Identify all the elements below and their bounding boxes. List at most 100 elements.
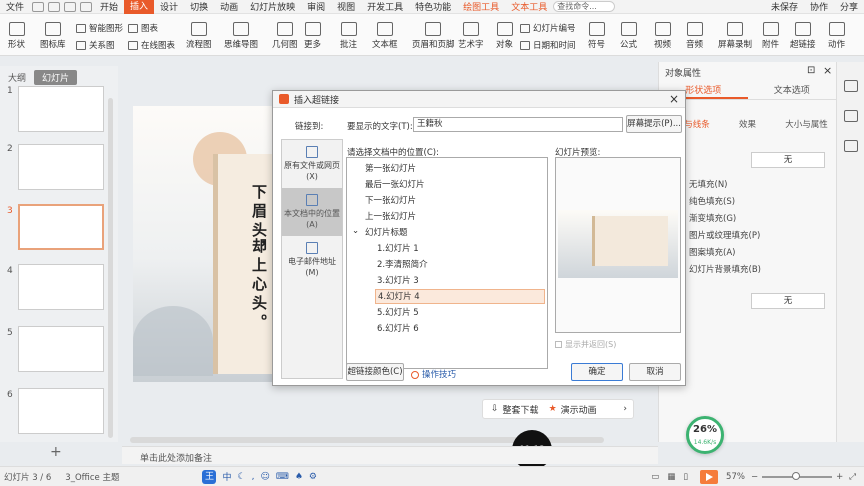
link-color-button[interactable]: 超链接颜色(C) <box>346 363 404 381</box>
chart-button[interactable]: 图表 <box>128 22 158 34</box>
close-icon[interactable]: × <box>823 64 832 77</box>
menu-view[interactable]: 视图 <box>331 0 361 13</box>
symbol-button[interactable]: 符号 <box>588 22 605 50</box>
attachment-button[interactable]: 附件 <box>762 22 779 50</box>
fill-option-picture[interactable]: 图片或纹理填充(P) <box>679 229 760 241</box>
fit-window-icon[interactable]: ⤢ <box>849 472 856 482</box>
tree-slide-item[interactable]: 5.幻灯片 5 <box>377 306 419 318</box>
download-button[interactable]: 整套下载 <box>503 403 539 416</box>
smart-art-button[interactable]: 智能图形 <box>76 22 123 34</box>
moon-icon[interactable]: ☾ <box>237 472 245 482</box>
more-icon[interactable] <box>843 140 858 152</box>
zoom-knob[interactable] <box>792 471 801 480</box>
fill-option-gradient[interactable]: 渐变填充(G) <box>679 212 736 224</box>
relation-button[interactable]: 关系图 <box>76 39 115 51</box>
fill-option-solid[interactable]: 纯色填充(S) <box>679 195 735 207</box>
emoji-icon[interactable]: ☺ <box>260 472 269 482</box>
effect-tab[interactable]: 效果 <box>718 118 777 130</box>
tree-slide-item[interactable]: 3.幻灯片 3 <box>377 274 419 286</box>
menu-insert[interactable]: 插入 <box>124 0 155 14</box>
line-select[interactable]: 无 <box>751 293 825 309</box>
zoom-slider[interactable] <box>762 471 833 480</box>
tree-collapse-icon[interactable]: ⌄ <box>352 226 359 236</box>
ime-logo[interactable]: 王 <box>202 469 217 484</box>
menu-drawing-tools[interactable]: 绘图工具 <box>457 0 505 13</box>
print-icon[interactable] <box>48 1 61 12</box>
slide-thumbnail-6[interactable] <box>18 388 104 434</box>
cancel-button[interactable]: 取消 <box>629 363 681 381</box>
gear-icon[interactable]: ⚙ <box>309 472 317 482</box>
object-button[interactable]: 对象 <box>496 22 513 50</box>
menu-home[interactable]: 开始 <box>94 0 124 13</box>
menu-review[interactable]: 审阅 <box>301 0 331 13</box>
ime-mode[interactable]: 中 <box>222 470 231 483</box>
slide-thumbnail-1[interactable] <box>18 86 104 132</box>
flowchart-button[interactable]: 流程图 <box>186 22 212 50</box>
keyboard-icon[interactable]: ⌨ <box>276 472 289 482</box>
hyperlink-button[interactable]: 超链接 <box>790 22 816 50</box>
menu-developer[interactable]: 开发工具 <box>361 0 409 13</box>
pointer-icon[interactable] <box>843 110 858 122</box>
fill-option-pattern[interactable]: 图案填充(A) <box>679 246 735 258</box>
menu-transition[interactable]: 切换 <box>184 0 214 13</box>
share-button[interactable]: 分享 <box>834 0 864 13</box>
skin-icon[interactable]: ♠ <box>295 472 303 482</box>
demo-button[interactable]: 演示动画 <box>561 403 597 416</box>
action-button[interactable]: 动作 <box>828 22 845 50</box>
settings-icon[interactable] <box>843 80 858 92</box>
slide-canvas[interactable]: 下眉头， 却上心头。 <box>133 106 291 382</box>
pin-icon[interactable]: ⊡ <box>807 65 815 76</box>
link-this-document[interactable]: 本文档中的位置(A) <box>282 188 342 236</box>
formula-button[interactable]: 公式 <box>620 22 637 50</box>
slide-thumbnail-3[interactable] <box>18 204 104 250</box>
display-text-input[interactable]: 王籍秋 <box>413 117 623 132</box>
tree-slide-item[interactable]: 1.幻灯片 1 <box>377 242 419 254</box>
menu-animation[interactable]: 动画 <box>214 0 244 13</box>
shape-button[interactable]: 形状 <box>8 22 25 50</box>
link-email[interactable]: 电子邮件地址(M) <box>282 236 342 284</box>
save-icon[interactable] <box>32 1 45 12</box>
unsaved-status[interactable]: 未保存 <box>765 0 804 13</box>
slide-thumbnail-2[interactable] <box>18 144 104 190</box>
normal-view-icon[interactable]: ▭ <box>651 472 659 482</box>
size-tab[interactable]: 大小与属性 <box>777 118 836 130</box>
show-return-checkbox[interactable]: 显示并返回(S) <box>555 339 616 350</box>
audio-button[interactable]: 音频 <box>686 22 703 50</box>
geometry-button[interactable]: 几何图 <box>272 22 298 50</box>
menu-design[interactable]: 设计 <box>154 0 184 13</box>
redo-icon[interactable] <box>80 1 93 12</box>
notes-area[interactable]: 单击此处添加备注 <box>122 446 658 464</box>
ok-button[interactable]: 确定 <box>571 363 623 381</box>
collab-button[interactable]: 协作 <box>804 0 834 13</box>
menu-text-tools[interactable]: 文本工具 <box>505 0 553 13</box>
command-search[interactable]: 查找命令... <box>553 1 616 12</box>
tree-slide-item[interactable]: 2.李清照简介 <box>377 258 428 270</box>
link-existing-file[interactable]: 原有文件或网页(X) <box>282 140 342 188</box>
screentip-button[interactable]: 屏幕提示(P)... <box>626 115 682 133</box>
header-footer-button[interactable]: 页眉和页脚 <box>412 22 455 50</box>
slide-number-button[interactable]: 幻灯片编号 <box>520 22 576 34</box>
datetime-button[interactable]: 日期和时间 <box>520 39 576 51</box>
sorter-view-icon[interactable]: ▦ <box>667 472 675 482</box>
tree-slide-item[interactable]: 6.幻灯片 6 <box>377 322 419 334</box>
fill-select[interactable]: 无 <box>751 152 825 168</box>
chevron-right-icon[interactable]: › <box>623 404 627 414</box>
add-slide-icon[interactable]: + <box>50 444 62 460</box>
online-chart-button[interactable]: 在线图表 <box>128 39 175 51</box>
tree-slide-item-selected[interactable]: 4.幻灯片 4 <box>375 289 545 304</box>
thumbnail-scrollbar[interactable] <box>108 98 113 438</box>
reading-view-icon[interactable]: ▯ <box>683 472 688 482</box>
menu-features[interactable]: 特色功能 <box>409 0 457 13</box>
undo-icon[interactable] <box>64 1 77 12</box>
zoom-in-icon[interactable]: + <box>836 472 843 482</box>
textbox-button[interactable]: 文本框 <box>372 22 398 50</box>
menu-file[interactable]: 文件 <box>0 0 30 13</box>
tips-link[interactable]: 操作技巧 <box>411 368 456 380</box>
zoom-level[interactable]: 57% <box>726 472 745 482</box>
fill-option-none[interactable]: 无填充(N) <box>679 178 728 190</box>
tree-first-slide[interactable]: 第一张幻灯片 <box>365 162 416 174</box>
poem-text-col2[interactable]: 却上心头。 <box>249 238 270 333</box>
fill-option-background[interactable]: 幻灯片背景填充(B) <box>679 263 761 275</box>
screen-record-button[interactable]: 屏幕录制 <box>718 22 752 50</box>
dialog-close-icon[interactable]: × <box>669 92 679 106</box>
